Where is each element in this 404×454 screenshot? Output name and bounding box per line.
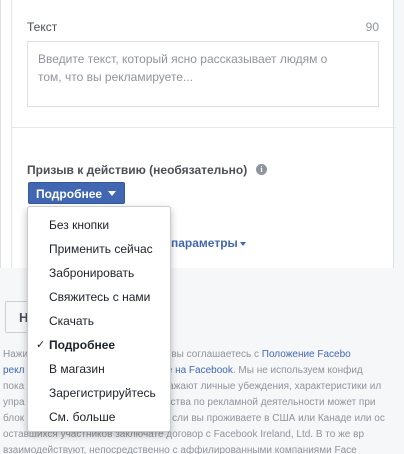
chevron-down-icon [108,191,116,196]
menu-item-sign-up[interactable]: Зарегистрируйтесь [28,381,170,405]
cta-label: Призыв к действию (необязательно) [27,163,248,177]
menu-item-book-now[interactable]: Забронировать [28,261,170,285]
panel-divider [11,0,12,268]
menu-item-shop-now[interactable]: В магазин [28,357,170,381]
menu-item-no-button[interactable]: Без кнопки [28,213,170,237]
cta-dropdown-button[interactable]: Подробнее [28,182,125,204]
section-divider [11,127,396,128]
cta-dropdown-menu: Без кнопки Применить сейчас Забронироват… [27,206,171,432]
menu-item-learn-more[interactable]: ✓ Подробнее [28,333,170,357]
advanced-params-link[interactable]: параметры [171,236,246,250]
ad-text-placeholder: Введите текст, который ясно рассказывает… [38,52,328,84]
menu-item-contact-us[interactable]: Свяжитесь с нами [28,285,170,309]
ads-policy-link-start[interactable]: рекл [3,365,24,376]
terms-link[interactable]: Положение Facebo [262,349,351,360]
text-char-count: 90 [365,20,379,34]
menu-item-apply-now[interactable]: Применить сейчас [28,237,170,261]
menu-item-download[interactable]: Скачать [28,309,170,333]
ad-text-input[interactable]: Введите текст, который ясно рассказывает… [27,41,379,107]
menu-item-see-more[interactable]: См. больше [28,405,170,429]
text-field-label: Текст [27,20,58,34]
info-icon[interactable]: i [256,164,267,175]
chevron-down-icon [239,241,246,246]
cta-button-label: Подробнее [36,187,103,201]
check-icon: ✓ [36,339,46,351]
